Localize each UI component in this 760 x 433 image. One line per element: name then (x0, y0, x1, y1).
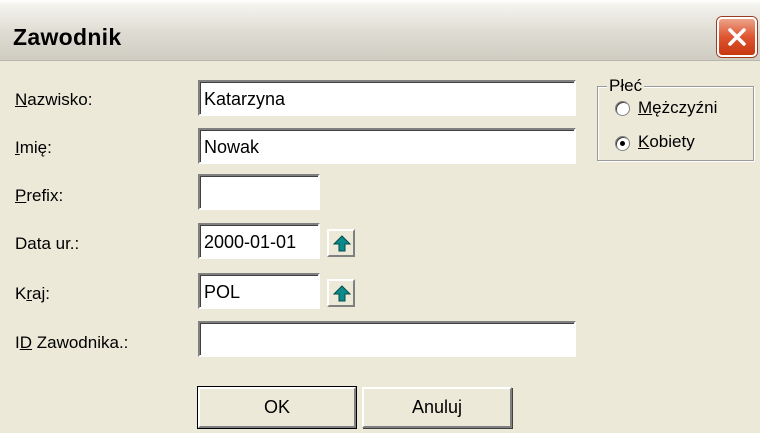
country-label: Kraj: (15, 284, 50, 303)
radio-female-label[interactable]: Kobiety (638, 132, 695, 152)
arrow-up-icon (333, 235, 351, 252)
birth-date-field[interactable]: 2000-01-01 (198, 223, 320, 259)
close-icon (728, 28, 746, 46)
window-title: Zawodnik (13, 24, 122, 50)
radio-male-label[interactable]: Mężczyźni (638, 98, 717, 118)
prefix-field[interactable] (198, 174, 320, 210)
athlete-id-field[interactable] (198, 321, 576, 357)
surname-field[interactable]: Katarzyna (198, 80, 576, 116)
first-name-label: Imię: (15, 138, 52, 157)
cancel-button[interactable]: Anuluj (362, 387, 512, 428)
country-field[interactable]: POL (198, 273, 320, 309)
prefix-label: Prefix: (15, 186, 64, 205)
birth-date-picker-button[interactable] (327, 229, 355, 257)
ok-button[interactable]: OK (197, 386, 357, 429)
birth-date-label: Data ur.: (15, 234, 80, 253)
radio-male[interactable] (615, 101, 630, 116)
title-bar[interactable]: Zawodnik (0, 0, 760, 61)
radio-selected-dot (620, 141, 625, 146)
first-name-field[interactable]: Nowak (198, 128, 576, 164)
country-picker-button[interactable] (327, 279, 355, 307)
athlete-id-label: ID Zawodnika.: (15, 333, 129, 352)
surname-label: Nazwisko: (15, 90, 93, 109)
gender-group-title: Płeć (607, 76, 645, 96)
dialog-window: Zawodnik Nazwisko: Katarzyna Imię: Nowak… (0, 0, 760, 433)
arrow-up-icon (333, 285, 351, 302)
radio-female[interactable] (615, 136, 630, 151)
close-button[interactable] (717, 17, 757, 57)
